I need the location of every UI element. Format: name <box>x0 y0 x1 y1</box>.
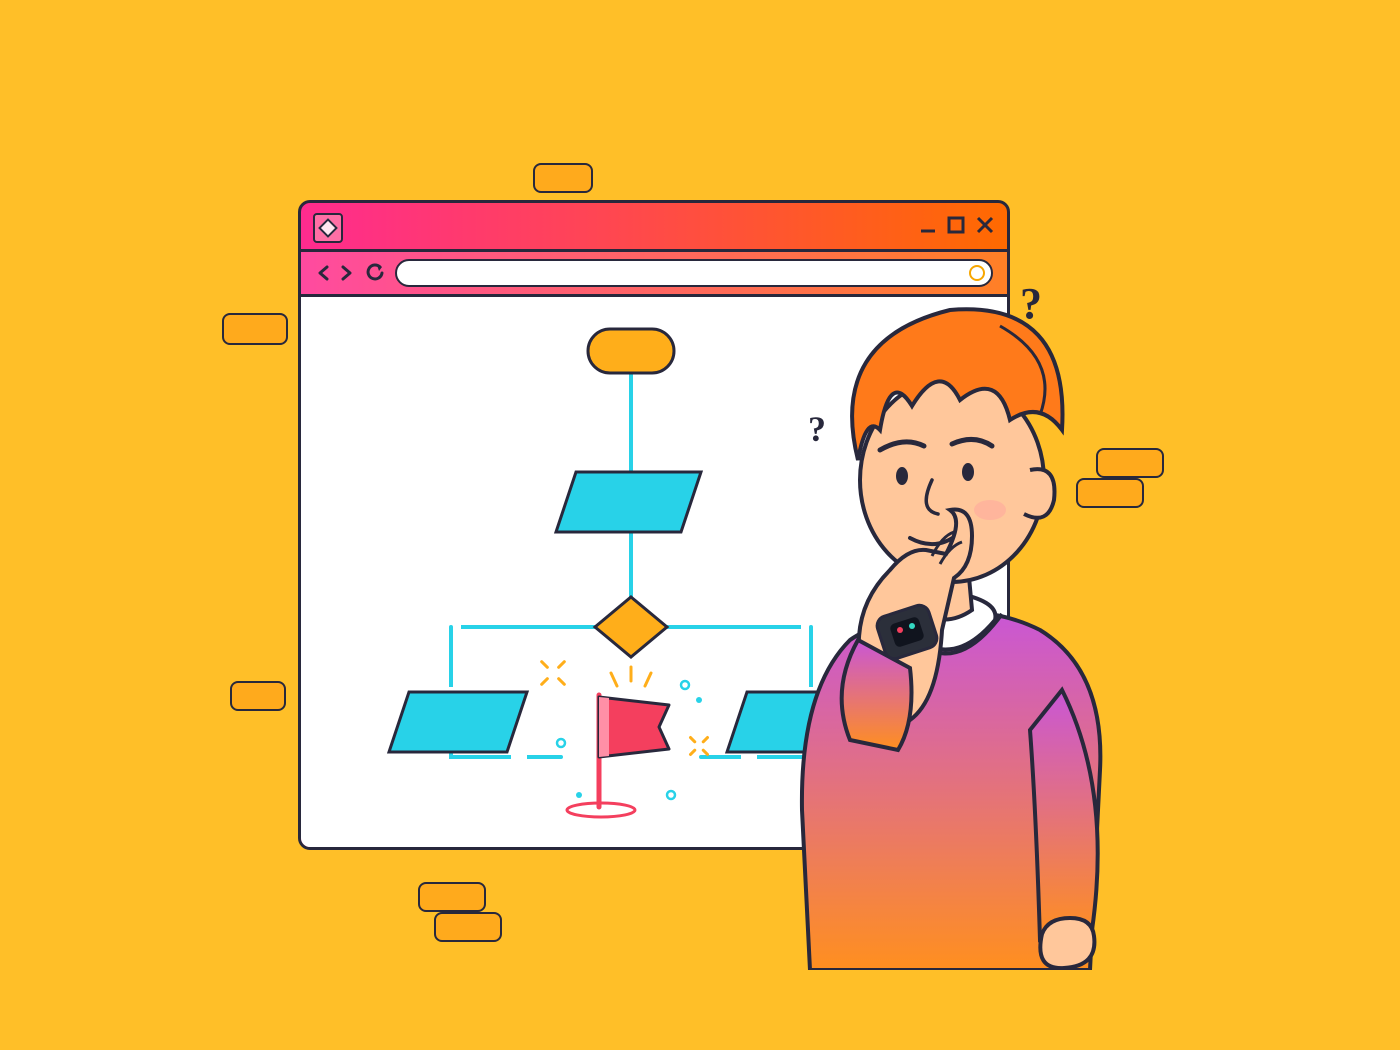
decorative-block <box>230 681 286 711</box>
forward-icon[interactable] <box>337 264 355 282</box>
window-titlebar <box>301 203 1007 252</box>
decorative-block <box>533 163 593 193</box>
thinking-person-illustration <box>740 270 1200 970</box>
close-icon[interactable] <box>975 215 995 235</box>
decorative-block <box>434 912 502 942</box>
decorative-block <box>222 313 288 345</box>
app-logo-icon <box>313 213 343 243</box>
flowchart-decision-node <box>595 597 667 657</box>
minimize-icon[interactable] <box>919 215 939 235</box>
maximize-icon[interactable] <box>947 215 967 235</box>
flowchart-process-node <box>556 472 701 532</box>
flowchart-process-node <box>389 692 527 752</box>
back-icon[interactable] <box>315 264 333 282</box>
flowchart-start-node <box>588 329 674 373</box>
goal-flag-icon <box>567 695 669 817</box>
reload-icon[interactable] <box>365 263 385 283</box>
decorative-block <box>418 882 486 912</box>
